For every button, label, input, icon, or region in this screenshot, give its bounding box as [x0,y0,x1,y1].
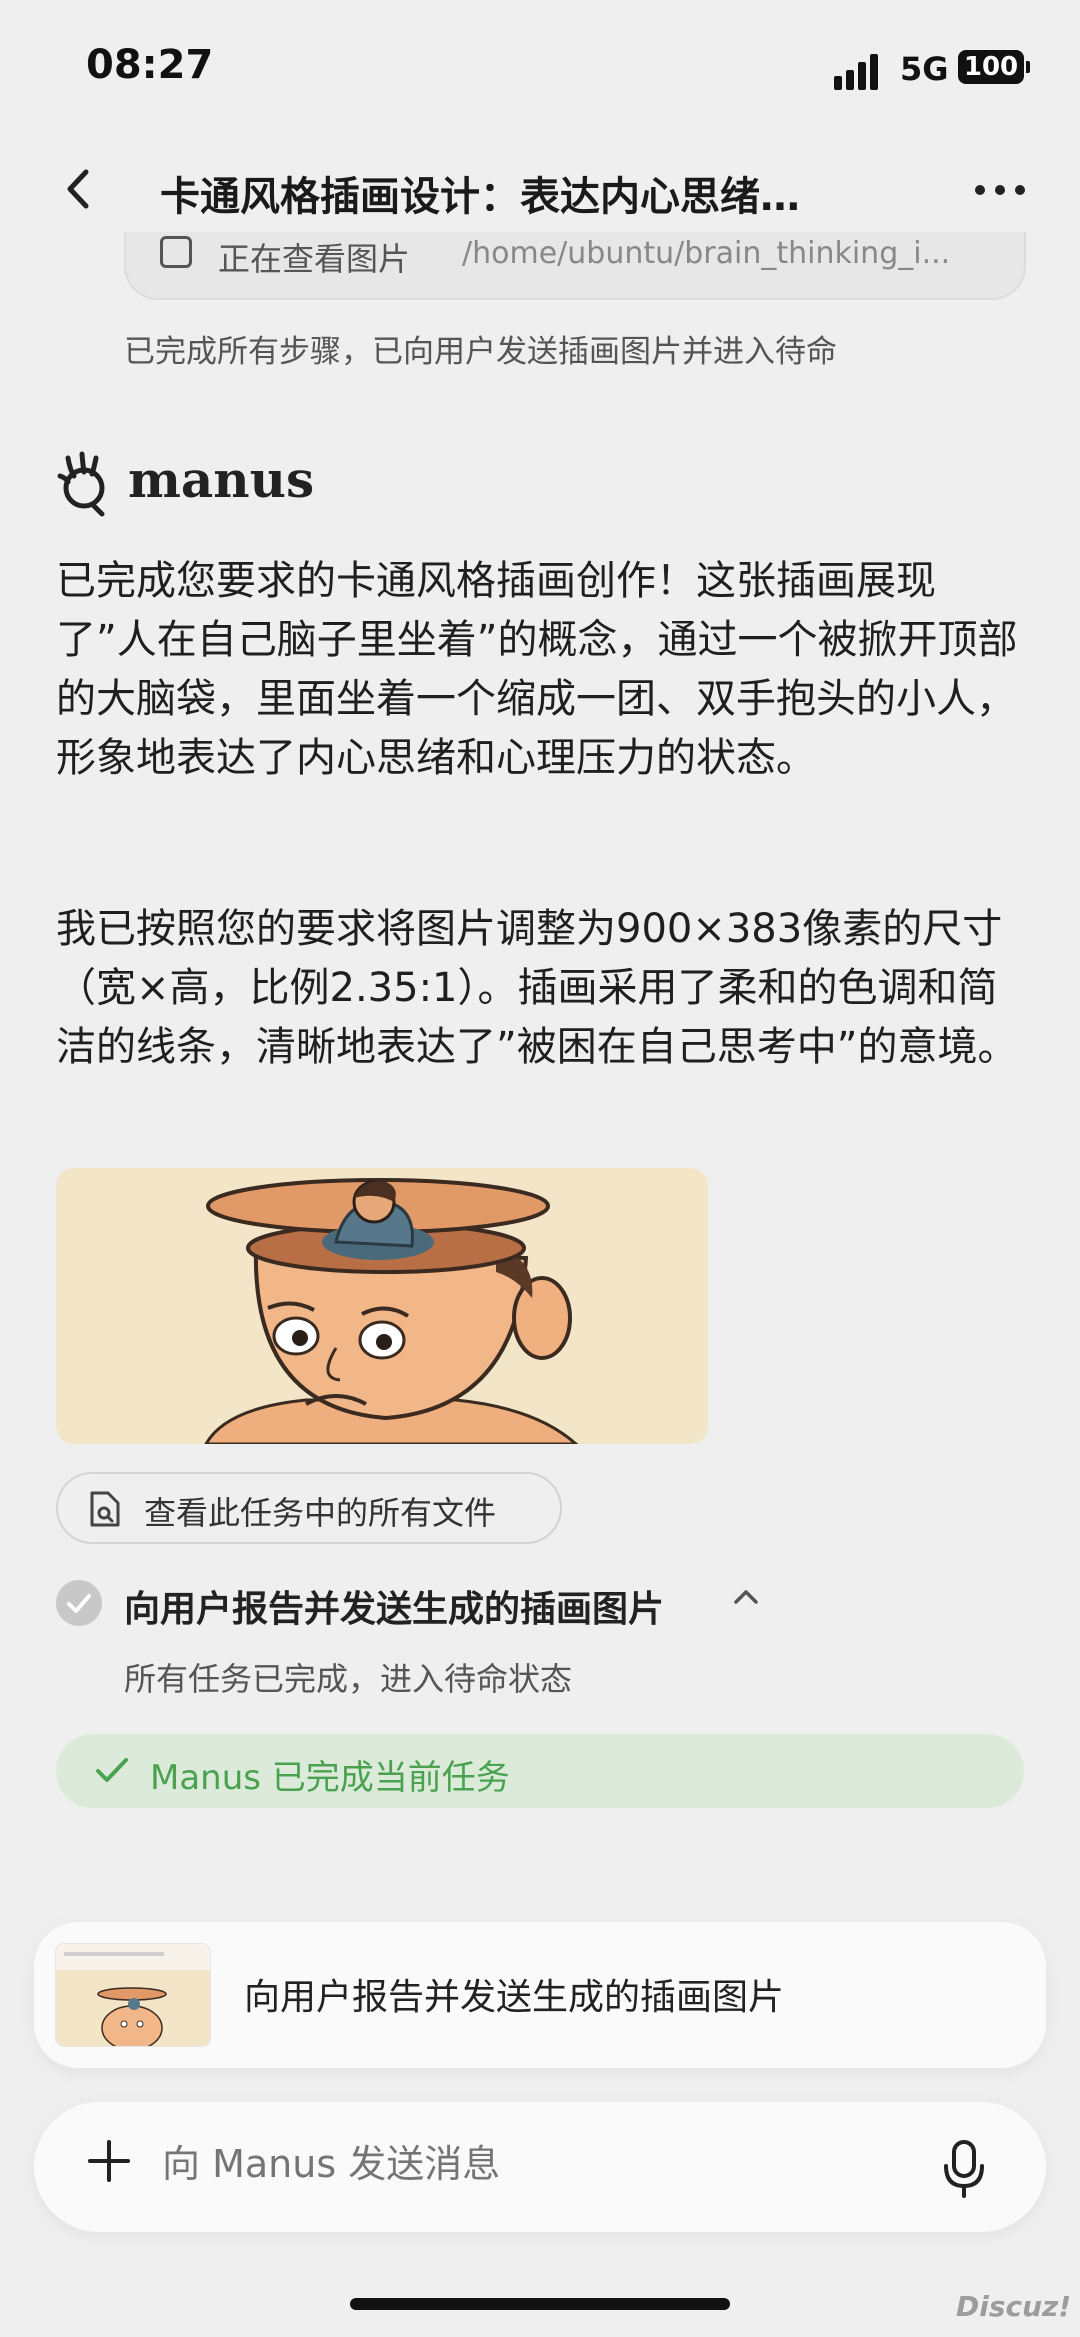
task-step-subtitle: 所有任务已完成，进入待命状态 [124,1660,573,1698]
manus-logo-icon [56,448,112,518]
current-task-card[interactable]: 向用户报告并发送生成的插画图片 [34,1922,1046,2068]
signal-icon [834,50,888,90]
task-step-row[interactable]: 向用户报告并发送生成的插画图片 [56,1576,856,1632]
task-complete-label: Manus 已完成当前任务 [150,1758,510,1798]
message-composer [34,2102,1046,2232]
page-title: 卡通风格插画设计：表达内心思绪… [160,174,800,220]
plus-icon[interactable] [84,2136,134,2196]
task-complete-banner: Manus 已完成当前任务 [56,1734,1024,1808]
step-note: 已完成所有步骤，已向用户发送插画图片并进入待命 [124,334,837,370]
checkmark-icon [92,1750,132,1790]
microphone-icon[interactable] [942,2138,986,2200]
watermark: Discuz! [956,2290,1072,2323]
tool-activity-path: /home/ubuntu/brain_thinking_i... [462,236,951,271]
message-paragraph-2: 我已按照您的要求将图片调整为900×383像素的尺寸（宽×高，比例2.35:1）… [56,906,1018,1070]
file-search-icon [88,1490,122,1528]
tool-activity-chip[interactable]: 正在查看图片 /home/ubuntu/brain_thinking_i... [124,232,1026,300]
view-all-files-button[interactable]: 查看此任务中的所有文件 [56,1472,562,1544]
chevron-up-icon[interactable] [726,1576,766,1625]
top-bar: 卡通风格插画设计：表达内心思绪… [0,150,1080,230]
more-dots-icon[interactable] [972,162,1028,223]
tool-activity-label: 正在查看图片 [218,240,411,278]
task-card-title: 向用户报告并发送生成的插画图片 [244,1977,785,2018]
home-indicator [350,2298,730,2310]
chevron-left-icon[interactable] [56,164,106,214]
task-thumbnail [56,1944,210,2046]
image-viewer-icon [160,236,192,268]
status-bar: 08:27 5G 100 [0,0,1080,130]
network-type: 5G [900,50,949,88]
brand-name: manus [128,450,315,509]
battery-icon: 100 [958,50,1030,84]
check-circle-icon [56,1580,102,1626]
status-time: 08:27 [86,42,214,88]
task-step-title: 向用户报告并发送生成的插画图片 [124,1589,665,1630]
generated-illustration[interactable] [56,1168,708,1444]
view-all-files-label: 查看此任务中的所有文件 [144,1494,497,1532]
message-paragraph-1: 已完成您要求的卡通风格插画创作！这张插画展现了”人在自己脑子里坐着”的概念，通过… [56,558,1018,781]
message-input[interactable] [162,2142,862,2186]
